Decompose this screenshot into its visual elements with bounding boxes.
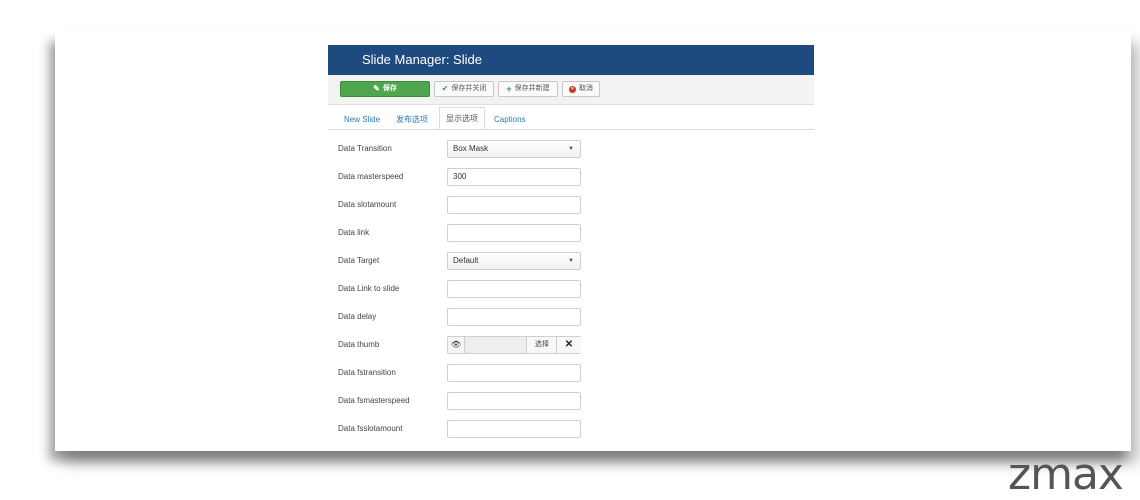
- toolbar: ✎ 保存 ✔ 保存并关闭 + 保存并新建 ✕ 取消: [328, 75, 814, 105]
- tab-display-options[interactable]: 显示选项: [439, 107, 485, 129]
- save-new-button[interactable]: + 保存并新建: [498, 81, 558, 97]
- transition-row: Data Transition Box Mask ▼: [328, 140, 814, 158]
- save-button[interactable]: ✎ 保存: [340, 81, 430, 97]
- target-select[interactable]: Default ▼: [447, 252, 581, 270]
- chevron-down-icon: ▼: [568, 258, 574, 264]
- masterspeed-row: Data masterspeed 300: [328, 168, 814, 186]
- delay-label: Data delay: [338, 312, 377, 321]
- masterspeed-input[interactable]: 300: [447, 168, 581, 186]
- thumb-label: Data thumb: [338, 340, 380, 349]
- link-label: Data link: [338, 228, 370, 237]
- slotamount-label: Data slotamount: [338, 200, 397, 209]
- fsslotamount-input[interactable]: [447, 420, 581, 438]
- fsmasterspeed-label: Data fsmasterspeed: [338, 396, 410, 405]
- save-button-label: 保存: [382, 85, 397, 92]
- brand-watermark: zmax: [1008, 449, 1124, 500]
- check-icon: ✔: [441, 84, 449, 93]
- cancel-label: 取消: [579, 85, 593, 92]
- slotamount-input[interactable]: [447, 196, 581, 214]
- transition-label: Data Transition: [338, 144, 392, 153]
- transition-select[interactable]: Box Mask ▼: [447, 140, 581, 158]
- fsslotamount-row: Data fsslotamount: [328, 420, 814, 438]
- link-input[interactable]: [447, 224, 581, 242]
- thumb-select-button[interactable]: 选择: [526, 337, 557, 353]
- masterspeed-label: Data masterspeed: [338, 172, 404, 181]
- delay-row: Data delay: [328, 308, 814, 326]
- plus-icon: +: [506, 84, 512, 94]
- link-to-slide-input[interactable]: [447, 280, 581, 298]
- fstransition-label: Data fstransition: [338, 368, 396, 377]
- fsmasterspeed-row: Data fsmasterspeed: [328, 392, 814, 410]
- tab-captions[interactable]: Captions: [494, 111, 526, 129]
- slide-manager-screen: Slide Manager: Slide ✎ 保存 ✔ 保存并关闭 + 保存并新…: [328, 45, 814, 445]
- tab-bar: New Slide 发布选项 显示选项 Captions: [328, 107, 814, 130]
- thumb-media-field: 👁 选择 ✕: [447, 336, 581, 354]
- cancel-icon: ✕: [569, 85, 576, 93]
- link-to-slide-row: Data Link to slide: [328, 280, 814, 298]
- eye-icon[interactable]: 👁: [448, 337, 465, 353]
- target-row: Data Target Default ▼: [328, 252, 814, 270]
- page-title: Slide Manager: Slide: [328, 45, 814, 75]
- tab-publish-options[interactable]: 发布选项: [396, 111, 428, 129]
- tab-new-slide[interactable]: New Slide: [344, 111, 380, 129]
- fstransition-row: Data fstransition: [328, 364, 814, 382]
- edit-icon: ✎: [373, 84, 380, 93]
- link-to-slide-label: Data Link to slide: [338, 284, 400, 293]
- link-row: Data link: [328, 224, 814, 242]
- save-new-label: 保存并新建: [514, 85, 550, 92]
- save-close-label: 保存并关闭: [451, 85, 487, 92]
- chevron-down-icon: ▼: [568, 146, 574, 152]
- fsmasterspeed-input[interactable]: [447, 392, 581, 410]
- thumb-row: Data thumb 👁 选择 ✕: [328, 336, 814, 354]
- cancel-button[interactable]: ✕ 取消: [562, 81, 600, 97]
- slotamount-row: Data slotamount: [328, 196, 814, 214]
- transition-value: Box Mask: [453, 144, 489, 153]
- delay-input[interactable]: [447, 308, 581, 326]
- close-icon[interactable]: ✕: [556, 337, 581, 353]
- fstransition-input[interactable]: [447, 364, 581, 382]
- fsslotamount-label: Data fsslotamount: [338, 424, 403, 433]
- target-value: Default: [453, 256, 479, 265]
- save-close-button[interactable]: ✔ 保存并关闭: [434, 81, 494, 97]
- target-label: Data Target: [338, 256, 380, 265]
